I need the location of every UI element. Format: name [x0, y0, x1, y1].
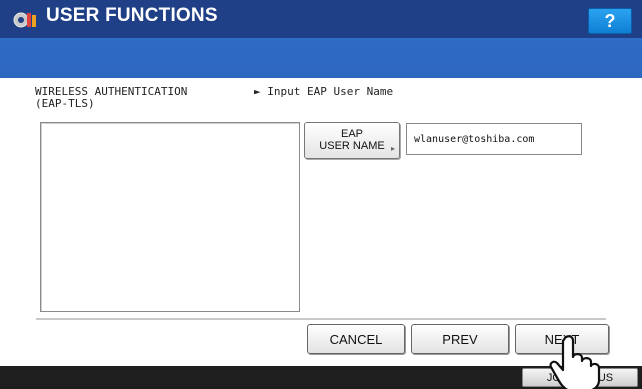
divider [36, 318, 606, 320]
help-button[interactable]: ? [588, 8, 632, 34]
eap-user-name-field[interactable]: wlanuser@toshiba.com [406, 123, 582, 155]
page-title: USER FUNCTIONS [46, 5, 218, 26]
cancel-button[interactable]: CANCEL [307, 324, 405, 354]
hand-pointer-icon [549, 335, 601, 389]
user-functions-gear-icon [13, 12, 36, 28]
corner-arrow-icon: ▸ [390, 144, 395, 153]
auth-type-line2: (EAP-TLS) [35, 97, 95, 110]
sub-header-bar [0, 38, 642, 78]
auth-type-label: WIRELESS AUTHENTICATION (EAP-TLS) [35, 86, 235, 110]
prev-button[interactable]: PREV [411, 324, 509, 354]
eap-user-name-button-line1: EAP [340, 128, 363, 140]
preview-list-box [40, 122, 300, 312]
eap-user-name-button-line2: USER NAME [319, 140, 385, 152]
step-instruction: ► Input EAP User Name [254, 85, 394, 98]
title-bar: USER FUNCTIONS ? [0, 0, 642, 38]
eap-user-name-button[interactable]: EAP USER NAME ▸ [304, 122, 400, 159]
